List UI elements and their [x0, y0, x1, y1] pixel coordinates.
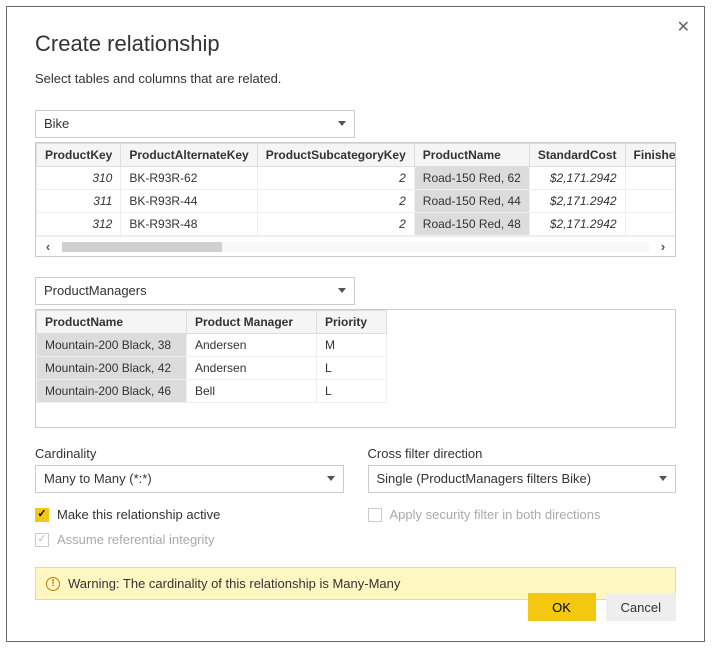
assume-referential-checkbox: Assume referential integrity [35, 532, 344, 547]
dialog-title: Create relationship [35, 31, 676, 57]
table-row[interactable]: Mountain-200 Black, 46 Bell L [37, 380, 387, 403]
chevron-down-icon [338, 288, 346, 293]
table-row[interactable]: 312 BK-R93R-48 2 Road-150 Red, 48 $2,171… [37, 213, 677, 236]
col-productname-2[interactable]: ProductName [37, 311, 187, 334]
table1-preview: ProductKey ProductAlternateKey ProductSu… [35, 142, 676, 257]
col-productkey[interactable]: ProductKey [37, 144, 121, 167]
col-standardcost[interactable]: StandardCost [529, 144, 625, 167]
col-productname[interactable]: ProductName [414, 144, 529, 167]
ok-button[interactable]: OK [528, 593, 596, 621]
scroll-track[interactable] [62, 242, 649, 252]
table2-select[interactable]: ProductManagers [35, 277, 355, 305]
table2-header-row: ProductName Product Manager Priority [37, 311, 387, 334]
chevron-down-icon [659, 476, 667, 481]
table2-select-value: ProductManagers [44, 283, 147, 298]
cardinality-value: Many to Many (*:*) [44, 471, 152, 486]
crossfilter-label: Cross filter direction [368, 446, 677, 461]
table1-header-row: ProductKey ProductAlternateKey ProductSu… [37, 144, 677, 167]
table1-hscrollbar[interactable]: ‹ › [36, 236, 675, 256]
checkbox-icon [35, 508, 49, 522]
table-row[interactable]: Mountain-200 Black, 42 Andersen L [37, 357, 387, 380]
col-productalternatekey[interactable]: ProductAlternateKey [121, 144, 257, 167]
table1-select[interactable]: Bike [35, 110, 355, 138]
warning-text: Warning: The cardinality of this relatio… [68, 576, 400, 591]
crossfilter-value: Single (ProductManagers filters Bike) [377, 471, 592, 486]
table1-grid[interactable]: ProductKey ProductAlternateKey ProductSu… [36, 143, 676, 236]
scroll-right-icon[interactable]: › [651, 239, 675, 254]
close-icon[interactable]: ✕ [677, 17, 690, 37]
dialog-instruction: Select tables and columns that are relat… [35, 71, 676, 86]
table2-grid[interactable]: ProductName Product Manager Priority Mou… [36, 310, 387, 403]
table-row[interactable]: 311 BK-R93R-44 2 Road-150 Red, 44 $2,171… [37, 190, 677, 213]
make-active-checkbox[interactable]: Make this relationship active [35, 507, 344, 522]
warning-icon: ! [46, 577, 60, 591]
cardinality-select[interactable]: Many to Many (*:*) [35, 465, 344, 493]
cancel-button[interactable]: Cancel [606, 593, 676, 621]
chevron-down-icon [338, 121, 346, 126]
scroll-thumb[interactable] [62, 242, 222, 252]
table2-preview: ProductName Product Manager Priority Mou… [35, 309, 676, 428]
create-relationship-dialog: ✕ Create relationship Select tables and … [6, 6, 705, 642]
col-priority[interactable]: Priority [317, 311, 387, 334]
scroll-left-icon[interactable]: ‹ [36, 239, 60, 254]
assume-referential-label: Assume referential integrity [57, 532, 215, 547]
col-finishedgoodsflag[interactable]: FinishedGoodsFlag [625, 144, 676, 167]
crossfilter-select[interactable]: Single (ProductManagers filters Bike) [368, 465, 677, 493]
col-productsubcategorykey[interactable]: ProductSubcategoryKey [257, 144, 414, 167]
checkbox-icon [35, 533, 49, 547]
apply-security-checkbox: Apply security filter in both directions [368, 507, 677, 522]
table-row[interactable]: Mountain-200 Black, 38 Andersen M [37, 334, 387, 357]
table-row[interactable]: 310 BK-R93R-62 2 Road-150 Red, 62 $2,171… [37, 167, 677, 190]
col-product-manager[interactable]: Product Manager [187, 311, 317, 334]
make-active-label: Make this relationship active [57, 507, 220, 522]
apply-security-label: Apply security filter in both directions [390, 507, 601, 522]
cardinality-label: Cardinality [35, 446, 344, 461]
chevron-down-icon [327, 476, 335, 481]
table1-select-value: Bike [44, 116, 69, 131]
checkbox-icon [368, 508, 382, 522]
